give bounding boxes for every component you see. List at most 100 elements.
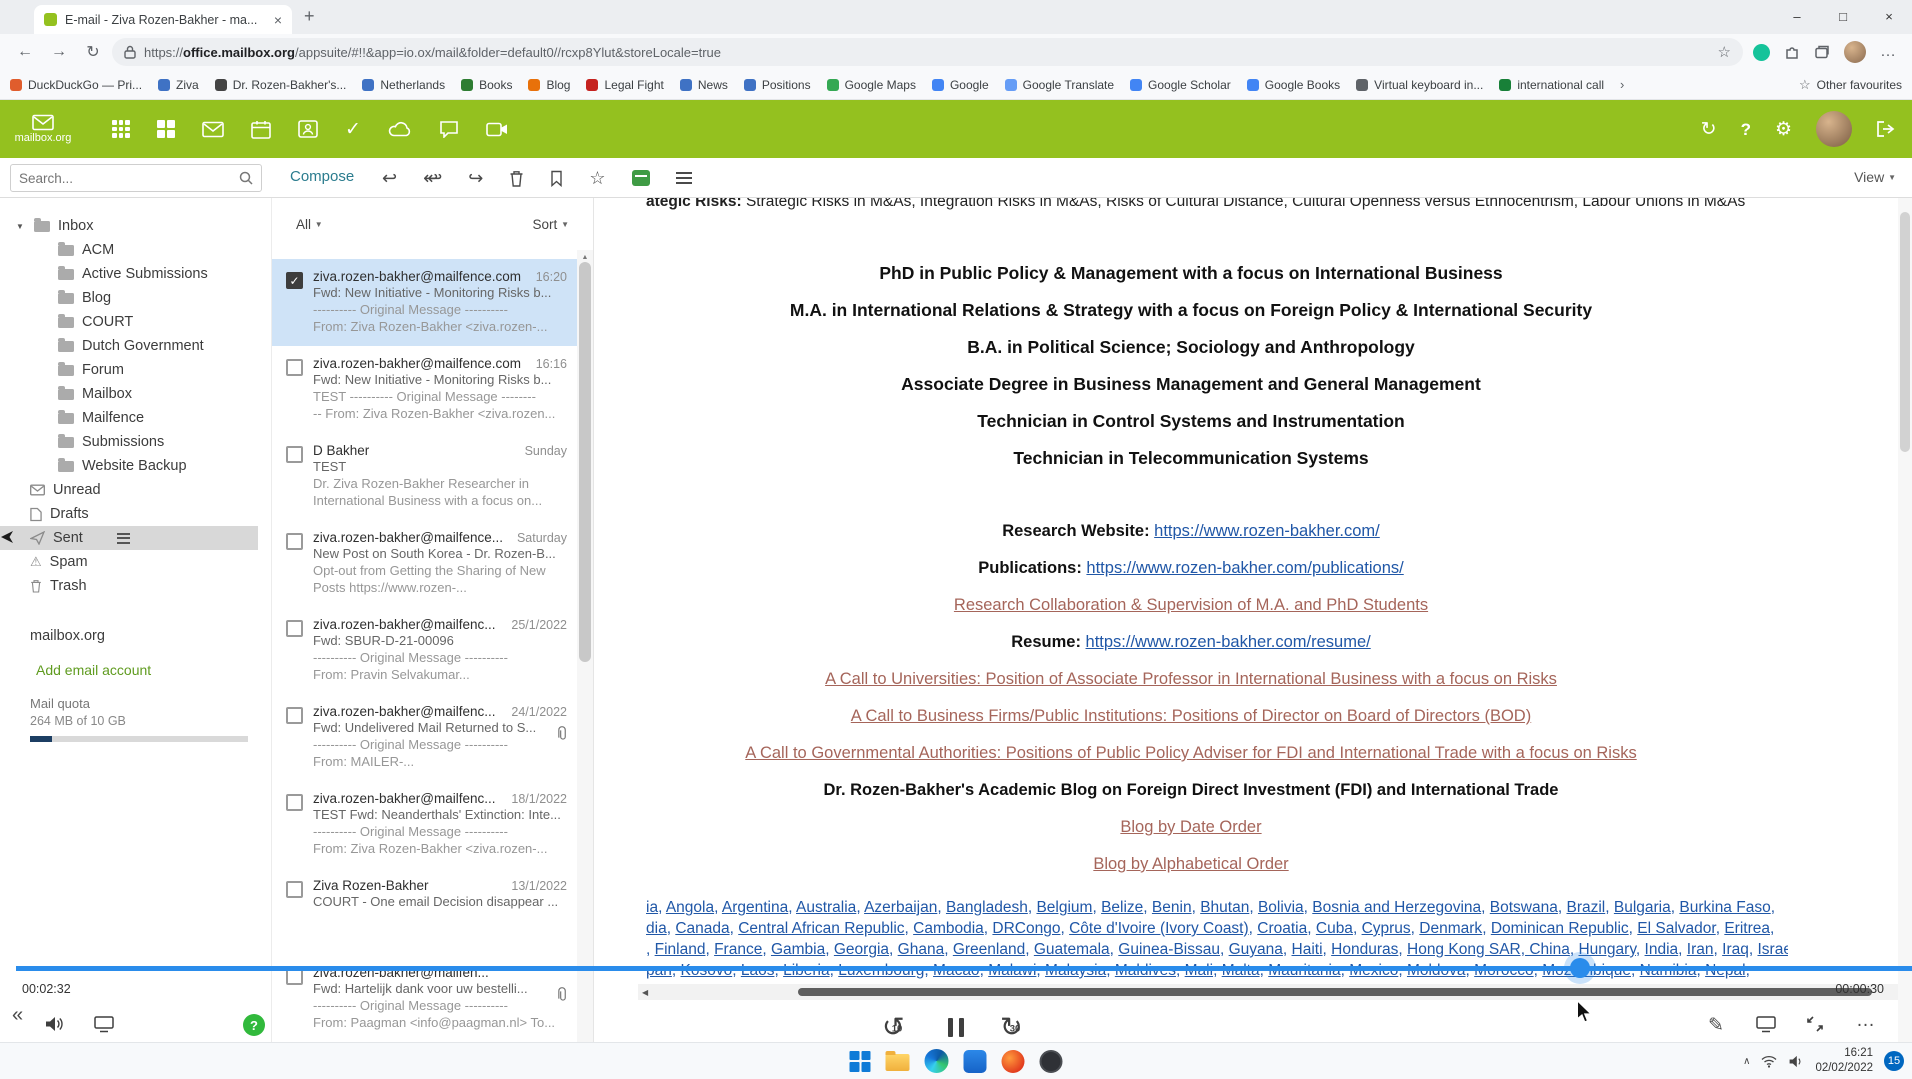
player-more-icon[interactable]: … <box>1856 1010 1875 1032</box>
extensions-icon[interactable] <box>1784 44 1800 60</box>
country-link[interactable]: Benin <box>1152 899 1192 916</box>
dark-app-icon[interactable] <box>1039 1049 1063 1073</box>
email-list-item[interactable]: ziva.rozen-bakher@mailfenc... 18/1/2022 TE… <box>272 781 577 868</box>
bookmark-item[interactable]: Google <box>931 78 989 92</box>
compose-button[interactable]: Compose <box>290 168 354 185</box>
hyperlink[interactable]: A Call to Business Firms/Public Institut… <box>851 707 1531 725</box>
country-link[interactable]: Bolivia <box>1258 899 1304 916</box>
help-icon[interactable]: ? <box>1741 121 1751 138</box>
bookmark-item[interactable]: Positions <box>743 78 811 92</box>
hyperlink[interactable]: A Call to Universities: Position of Asso… <box>825 670 1557 688</box>
country-link[interactable]: Burkina Faso <box>1679 899 1770 916</box>
sidebar-folder-blog[interactable]: Blog <box>0 286 271 310</box>
video-progress-bar[interactable] <box>16 966 1912 971</box>
logout-icon[interactable] <box>1876 120 1896 138</box>
email-checkbox[interactable] <box>286 533 303 550</box>
country-link[interactable]: India <box>1645 941 1679 958</box>
bookmark-item[interactable]: Ziva <box>158 78 199 92</box>
bookmark-item[interactable]: Google Scholar <box>1130 78 1231 92</box>
bookmarks-overflow-icon[interactable]: › <box>1620 77 1624 92</box>
country-link[interactable]: Cuba <box>1316 920 1353 937</box>
network-icon[interactable] <box>1761 1055 1777 1068</box>
reply-icon[interactable]: ↩ <box>382 169 397 187</box>
bookmark-item[interactable]: Google Translate <box>1004 78 1114 92</box>
email-checkbox[interactable] <box>286 620 303 637</box>
bookmark-item[interactable]: Books <box>461 78 512 92</box>
more-actions-icon[interactable] <box>675 172 692 184</box>
maximize-button[interactable]: □ <box>1820 0 1866 33</box>
country-link[interactable]: Bosnia and Herzegovina <box>1312 899 1481 916</box>
chat-icon[interactable] <box>439 120 459 138</box>
forward-30-button[interactable]: ↻ 30 <box>1000 1012 1030 1042</box>
file-explorer-icon[interactable] <box>885 1051 910 1071</box>
settings-gear-icon[interactable]: ⚙ <box>1775 120 1792 139</box>
scrollbar-thumb[interactable] <box>579 262 591 662</box>
sidebar-item-sent[interactable]: Sent <box>0 526 258 550</box>
browser-menu-icon[interactable]: … <box>1880 43 1896 61</box>
email-checkbox[interactable] <box>286 359 303 376</box>
country-link[interactable]: Ghana <box>898 941 945 958</box>
email-checkbox[interactable]: ✓ <box>286 272 303 289</box>
add-email-account-link[interactable]: Add email account <box>0 662 271 678</box>
email-list-scrollbar[interactable]: ▲ <box>577 250 593 1079</box>
sidebar-folder-mailbox[interactable]: Mailbox <box>0 382 271 406</box>
flag-bookmark-icon[interactable] <box>550 170 563 187</box>
firefox-icon[interactable] <box>1001 1049 1025 1073</box>
drive-icon[interactable] <box>388 121 412 137</box>
content-horizontal-scrollbar[interactable]: ◀ <box>638 984 1912 1000</box>
collections-icon[interactable] <box>1814 44 1830 60</box>
email-list-item[interactable]: ziva.rozen-bakher@mailfenc... 25/1/2022 Fw… <box>272 607 577 694</box>
scroll-left-icon[interactable]: ◀ <box>642 988 648 997</box>
bookmark-item[interactable]: Virtual keyboard in... <box>1356 78 1483 92</box>
scrollbar-thumb[interactable] <box>1900 212 1910 452</box>
country-link[interactable]: Angola <box>666 899 714 916</box>
hyperlink[interactable]: https://www.rozen-bakher.com/resume/ <box>1086 633 1371 651</box>
calendar-icon[interactable] <box>251 120 271 139</box>
user-avatar[interactable] <box>1816 111 1852 147</box>
blue-app-icon[interactable] <box>963 1049 987 1073</box>
video-call-icon[interactable] <box>486 122 508 137</box>
country-link[interactable]: Bhutan <box>1200 899 1249 916</box>
country-link[interactable]: Dominican Republic <box>1491 920 1629 937</box>
edge-browser-icon[interactable] <box>924 1049 949 1073</box>
country-link[interactable]: Hong Kong SAR, China <box>1407 941 1570 958</box>
country-link[interactable]: Azerbaijan <box>864 899 937 916</box>
sort-dropdown[interactable]: Sort ▼ <box>533 217 569 232</box>
email-list-item[interactable]: ziva.rozen-bakher@mailfence.com 16:16 Fwd:… <box>272 346 577 433</box>
forward-mail-icon[interactable]: ↪ <box>468 169 483 187</box>
sidebar-item-drafts[interactable]: Drafts <box>0 502 271 526</box>
hyperlink[interactable]: Research Collaboration & Supervision of … <box>954 596 1428 614</box>
mail-app-icon[interactable] <box>202 121 224 138</box>
country-link[interactable]: Bulgaria <box>1614 899 1671 916</box>
screen-icon[interactable] <box>1756 1016 1776 1033</box>
country-link[interactable]: Belize <box>1101 899 1143 916</box>
country-link[interactable]: Canada <box>675 920 729 937</box>
country-link[interactable]: Australia <box>796 899 856 916</box>
bookmark-item[interactable]: Google Books <box>1246 78 1340 92</box>
country-link[interactable]: Haiti <box>1292 941 1323 958</box>
country-link[interactable]: Guatemala <box>1034 941 1110 958</box>
account-section-label[interactable]: mailbox.org <box>0 624 271 648</box>
forward-icon[interactable]: → <box>44 43 74 61</box>
mailbox-logo[interactable]: mailbox.org <box>0 114 86 144</box>
video-progress-handle[interactable] <box>1570 958 1590 978</box>
sidebar-folder-forum[interactable]: Forum <box>0 358 271 382</box>
notification-badge[interactable]: 15 <box>1884 1051 1904 1071</box>
delete-trash-icon[interactable] <box>509 170 524 187</box>
country-link[interactable]: Iran <box>1687 941 1714 958</box>
email-list-item[interactable]: ziva.rozen-bakher@mailfence... Saturday Ne… <box>272 520 577 607</box>
hyperlink[interactable]: https://www.rozen-bakher.com/publication… <box>1086 559 1403 577</box>
search-box[interactable] <box>10 164 262 192</box>
country-link[interactable]: Argentina <box>722 899 788 916</box>
sidebar-folder-acm[interactable]: ACM <box>0 238 271 262</box>
country-link[interactable]: Croatia <box>1257 920 1307 937</box>
country-link[interactable]: Denmark <box>1419 920 1482 937</box>
tasks-icon[interactable]: ✓ <box>345 120 361 139</box>
bookmark-item[interactable]: international call <box>1499 78 1604 92</box>
sidebar-folder-mailfence[interactable]: Mailfence <box>0 406 271 430</box>
reply-all-icon[interactable]: ↩ ↩ <box>423 169 442 187</box>
country-link[interactable]: Guyana <box>1229 941 1283 958</box>
refresh-icon[interactable]: ↻ <box>1701 120 1717 139</box>
country-link[interactable]: Greenland <box>953 941 1025 958</box>
country-link[interactable]: Guinea-Bissau <box>1118 941 1220 958</box>
